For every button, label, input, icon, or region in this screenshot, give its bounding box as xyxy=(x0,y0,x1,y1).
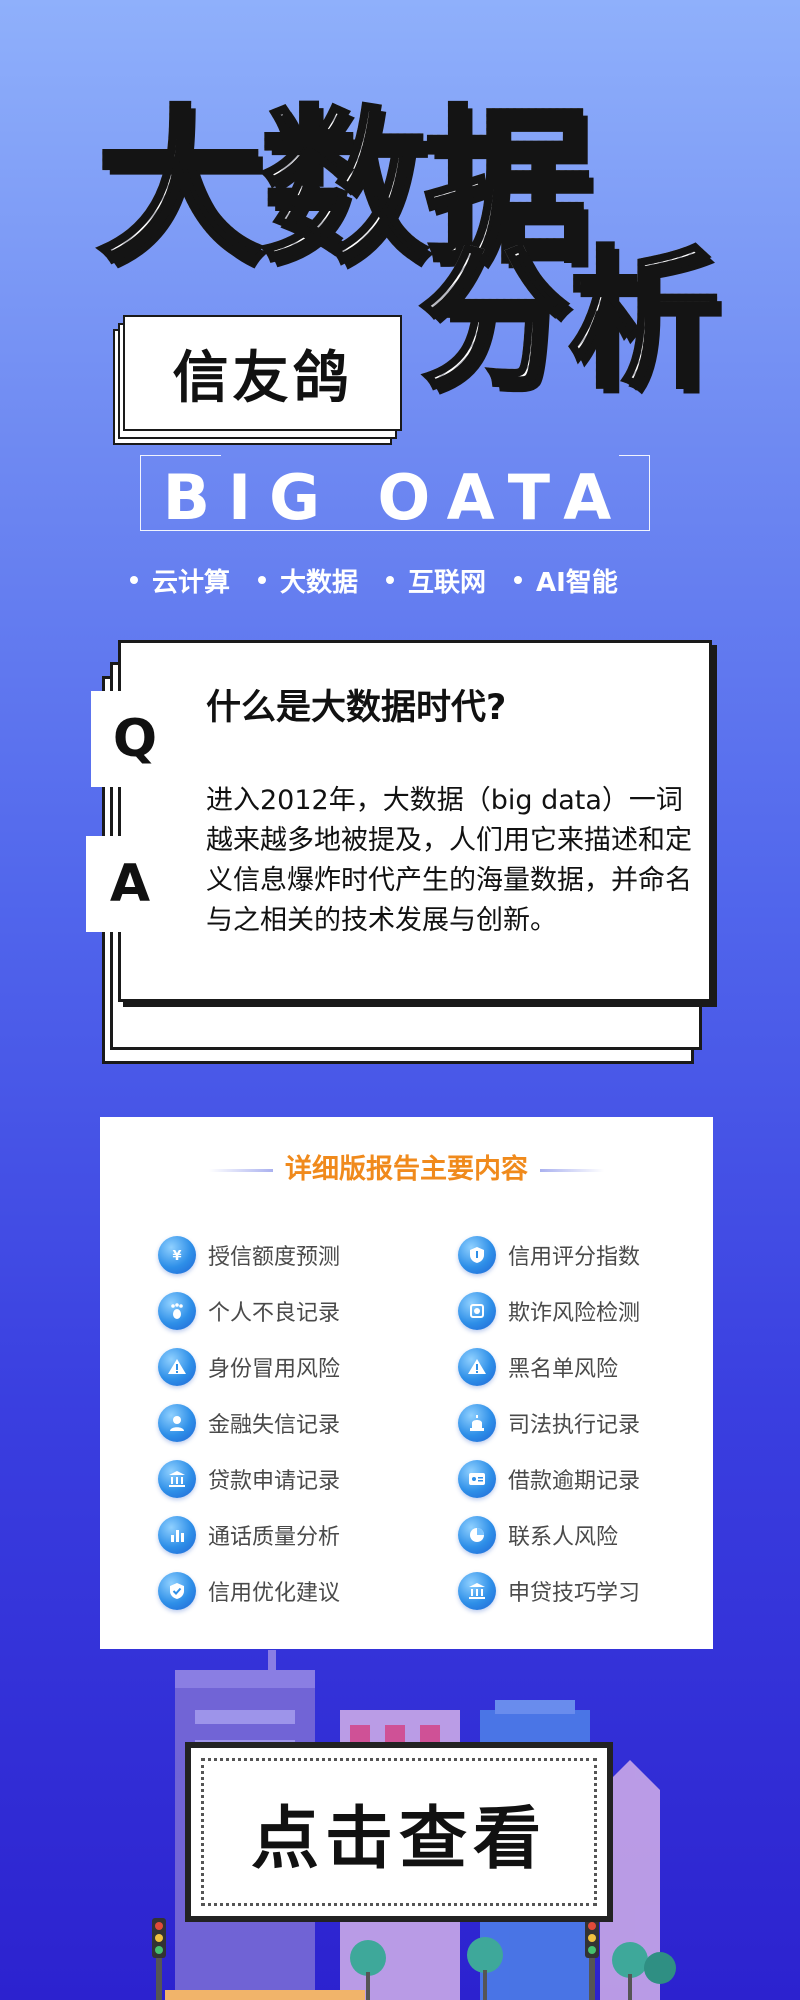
brand-card-stack: 信友鸽 xyxy=(113,315,405,445)
report-item-label: 欺诈风险检测 xyxy=(508,1301,641,1326)
alarm-icon xyxy=(458,1404,496,1442)
title-rule-left xyxy=(209,1169,273,1172)
report-item: 通话质量分析 xyxy=(158,1515,458,1555)
hero-title-sub: 分析 xyxy=(417,232,722,409)
bank-icon xyxy=(458,1572,496,1610)
pie-chart-icon xyxy=(458,1516,496,1554)
report-item: 欺诈风险检测 xyxy=(458,1291,678,1331)
report-item-label: 金融失信记录 xyxy=(208,1413,341,1438)
topic-tag: AI智能 xyxy=(514,560,618,600)
report-item-label: 借款逾期记录 xyxy=(508,1469,641,1494)
topic-tag-label: AI智能 xyxy=(536,567,618,598)
footprint-icon xyxy=(158,1292,196,1330)
report-item-label: 信用评分指数 xyxy=(508,1245,641,1270)
report-item: ¥ 授信额度预测 xyxy=(158,1235,458,1275)
bullet-icon xyxy=(258,576,267,584)
answer-tab: A xyxy=(86,836,174,932)
report-item: 司法执行记录 xyxy=(458,1403,678,1443)
title-rule-right xyxy=(540,1169,604,1172)
report-item-label: 身份冒用风险 xyxy=(208,1357,341,1382)
topic-tag-label: 互联网 xyxy=(408,567,487,598)
bullet-icon xyxy=(130,576,138,584)
report-panel: 详细版报告主要内容 ¥ 授信额度预测 信用评分指数个人不良记录 欺诈风险检测身份冒用风… xyxy=(100,1117,713,1649)
warning-icon xyxy=(158,1348,196,1386)
storefront xyxy=(165,1990,365,2000)
qa-question: 什么是大数据时代? xyxy=(206,688,507,728)
report-item: 金融失信记录 xyxy=(158,1403,458,1443)
page: 大数据 分析 信友鸽 BIG OATA 云计算 大数据 互联网 AI智能 Q A… xyxy=(0,0,800,2000)
view-details-button[interactable]: 点击查看 xyxy=(185,1742,613,1922)
report-item: 黑名单风险 xyxy=(458,1347,678,1387)
report-item-label: 信用优化建议 xyxy=(208,1581,341,1606)
shield-icon xyxy=(458,1236,496,1274)
english-title: BIG OATA xyxy=(162,461,630,534)
brand-card: 信友鸽 xyxy=(123,315,402,431)
bar-chart-icon xyxy=(158,1516,196,1554)
report-item-label: 申贷技巧学习 xyxy=(508,1581,641,1606)
topic-tags: 云计算 大数据 互联网 AI智能 xyxy=(130,560,690,600)
report-title: 详细版报告主要内容 xyxy=(285,1154,528,1185)
report-item: 联系人风险 xyxy=(458,1515,678,1555)
report-item-label: 授信额度预测 xyxy=(208,1245,341,1270)
report-item-label: 司法执行记录 xyxy=(508,1413,641,1438)
topic-tag: 云计算 xyxy=(130,560,230,600)
qa-answer: 进入2012年，大数据（big data）一词越来越多地被提及，人们用它来描述和… xyxy=(206,785,692,936)
scan-icon xyxy=(458,1292,496,1330)
qa-card: Q A 什么是大数据时代? 进入2012年，大数据（big data）一词越来越… xyxy=(86,640,720,1070)
warning-icon xyxy=(458,1348,496,1386)
report-item: 贷款申请记录 xyxy=(158,1459,458,1499)
bank-icon xyxy=(158,1460,196,1498)
report-item: 借款逾期记录 xyxy=(458,1459,678,1499)
check-shield-icon xyxy=(158,1572,196,1610)
svg-text:¥: ¥ xyxy=(172,1249,181,1264)
report-item: 信用优化建议 xyxy=(158,1571,458,1611)
topic-tag: 大数据 xyxy=(258,560,358,600)
english-title-frame: BIG OATA xyxy=(140,455,650,534)
report-items-grid: ¥ 授信额度预测 信用评分指数个人不良记录 欺诈风险检测身份冒用风险 黑名单风险金融失信… xyxy=(158,1235,678,1611)
question-tab: Q xyxy=(91,691,179,787)
report-item-label: 个人不良记录 xyxy=(208,1301,341,1326)
report-item-label: 贷款申请记录 xyxy=(208,1469,341,1494)
report-item: 身份冒用风险 xyxy=(158,1347,458,1387)
topic-tag-label: 云计算 xyxy=(152,567,231,598)
bullet-icon xyxy=(514,576,523,584)
view-details-label: 点击查看 xyxy=(250,1799,547,1879)
person-icon xyxy=(158,1404,196,1442)
report-item: 信用评分指数 xyxy=(458,1235,678,1275)
brand-name: 信友鸽 xyxy=(172,345,353,411)
id-card-icon xyxy=(458,1460,496,1498)
report-item-label: 联系人风险 xyxy=(508,1525,619,1550)
topic-tag: 互联网 xyxy=(386,560,486,600)
report-item-label: 黑名单风险 xyxy=(508,1357,619,1382)
topic-tag-label: 大数据 xyxy=(280,567,359,598)
report-item-label: 通话质量分析 xyxy=(208,1525,341,1550)
hero-title-block: 大数据 分析 信友鸽 xyxy=(0,0,800,445)
report-item: 个人不良记录 xyxy=(158,1291,458,1331)
report-item: 申贷技巧学习 xyxy=(458,1571,678,1611)
qa-card-front: Q A 什么是大数据时代? 进入2012年，大数据（big data）一词越来越… xyxy=(86,640,712,1002)
bullet-icon xyxy=(386,576,395,584)
yen-icon: ¥ xyxy=(158,1236,196,1274)
report-title-row: 详细版报告主要内容 xyxy=(100,1147,713,1186)
